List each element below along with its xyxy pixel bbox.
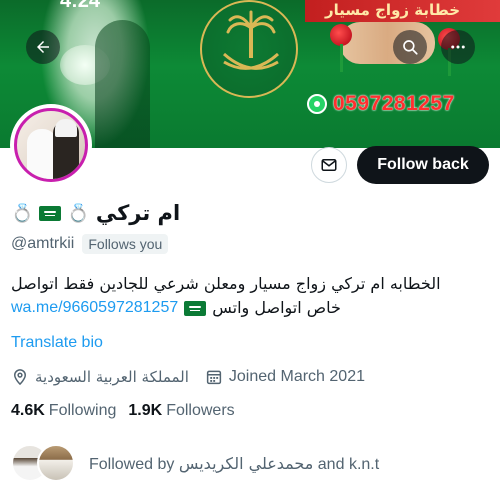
profile-meta: المملكة العربية السعودية Joined March 20… [11, 368, 365, 386]
handle-row: @amtrkii Follows you [11, 234, 169, 254]
saudi-emblem-icon [200, 0, 298, 98]
followed-by-avatars [11, 444, 79, 484]
calendar-icon [206, 370, 222, 385]
bio-line-2: wa.me/9660597281257 خاص اتواصل واتس [11, 296, 486, 320]
envelope-icon [321, 159, 337, 171]
follower-avatar [37, 444, 75, 482]
whatsapp-icon [307, 94, 327, 114]
bio-line-1: الخطابه ام تركي زواج مسيار ومعلن شرعي لل… [11, 274, 441, 293]
translate-bio-link[interactable]: Translate bio [11, 334, 103, 352]
join-date: Joined March 2021 [205, 368, 365, 386]
following-label: Following [48, 402, 117, 419]
followed-by-text: Followed by محمدعلي الكريديس and k.n.t [89, 454, 379, 474]
rose-stem [340, 44, 343, 72]
joined-text: Joined March 2021 [228, 368, 365, 385]
avatar-image [14, 108, 88, 182]
followed-by-name-2: k.n.t [348, 456, 380, 473]
back-button[interactable] [26, 30, 60, 64]
banner-ribbon-text: خطابة زواج مسيار [324, 1, 461, 19]
search-icon [403, 40, 418, 55]
display-name: ام تركي [95, 201, 181, 225]
followed-by-name-1: محمدعلي الكريديس [178, 454, 314, 473]
banner-phone: 0597281257 [307, 92, 455, 116]
search-button[interactable] [393, 30, 427, 64]
profile-avatar[interactable] [10, 104, 92, 186]
bio-whatsapp-link[interactable]: wa.me/9660597281257 [11, 296, 178, 320]
more-dots-icon [451, 45, 465, 49]
more-button[interactable] [441, 30, 475, 64]
banner-figure [95, 20, 150, 148]
followers-label: Followers [166, 402, 235, 419]
followed-by-conj: and [317, 456, 345, 473]
message-button[interactable] [311, 147, 347, 183]
display-name-row: 💍 💍 ام تركي [11, 198, 180, 228]
followed-by-prefix: Followed by [89, 456, 175, 473]
saudi-flag-icon [39, 205, 62, 221]
saudi-flag-icon [184, 300, 207, 316]
rose-icon [330, 24, 352, 46]
banner-phone-number: 0597281257 [333, 92, 455, 115]
follows-you-badge: Follows you [82, 234, 169, 254]
following-count: 4.6K [11, 402, 45, 419]
following-count-link[interactable]: 4.6K Following [11, 402, 116, 420]
avatar-ghutra [55, 119, 77, 137]
bio-line-2-text: خاص اتواصل واتس [212, 298, 341, 317]
status-time: 4:24 [60, 0, 101, 12]
arrow-left-icon [37, 41, 49, 53]
followers-count-link[interactable]: 1.9K Followers [128, 402, 234, 420]
location-text: المملكة العربية السعودية [35, 368, 189, 386]
follow-back-button[interactable]: Follow back [357, 146, 489, 184]
follow-stats: 4.6K Following 1.9K Followers [11, 402, 235, 420]
profile-bio: الخطابه ام تركي زواج مسيار ومعلن شرعي لل… [11, 272, 486, 320]
ring-icon: 💍 [67, 202, 90, 224]
user-handle: @amtrkii [11, 235, 75, 252]
followed-by-row[interactable]: Followed by محمدعلي الكريديس and k.n.t [11, 444, 379, 484]
followers-count: 1.9K [128, 402, 163, 419]
location: المملكة العربية السعودية [11, 368, 189, 386]
ring-icon: 💍 [11, 202, 34, 224]
location-pin-icon [13, 369, 27, 386]
